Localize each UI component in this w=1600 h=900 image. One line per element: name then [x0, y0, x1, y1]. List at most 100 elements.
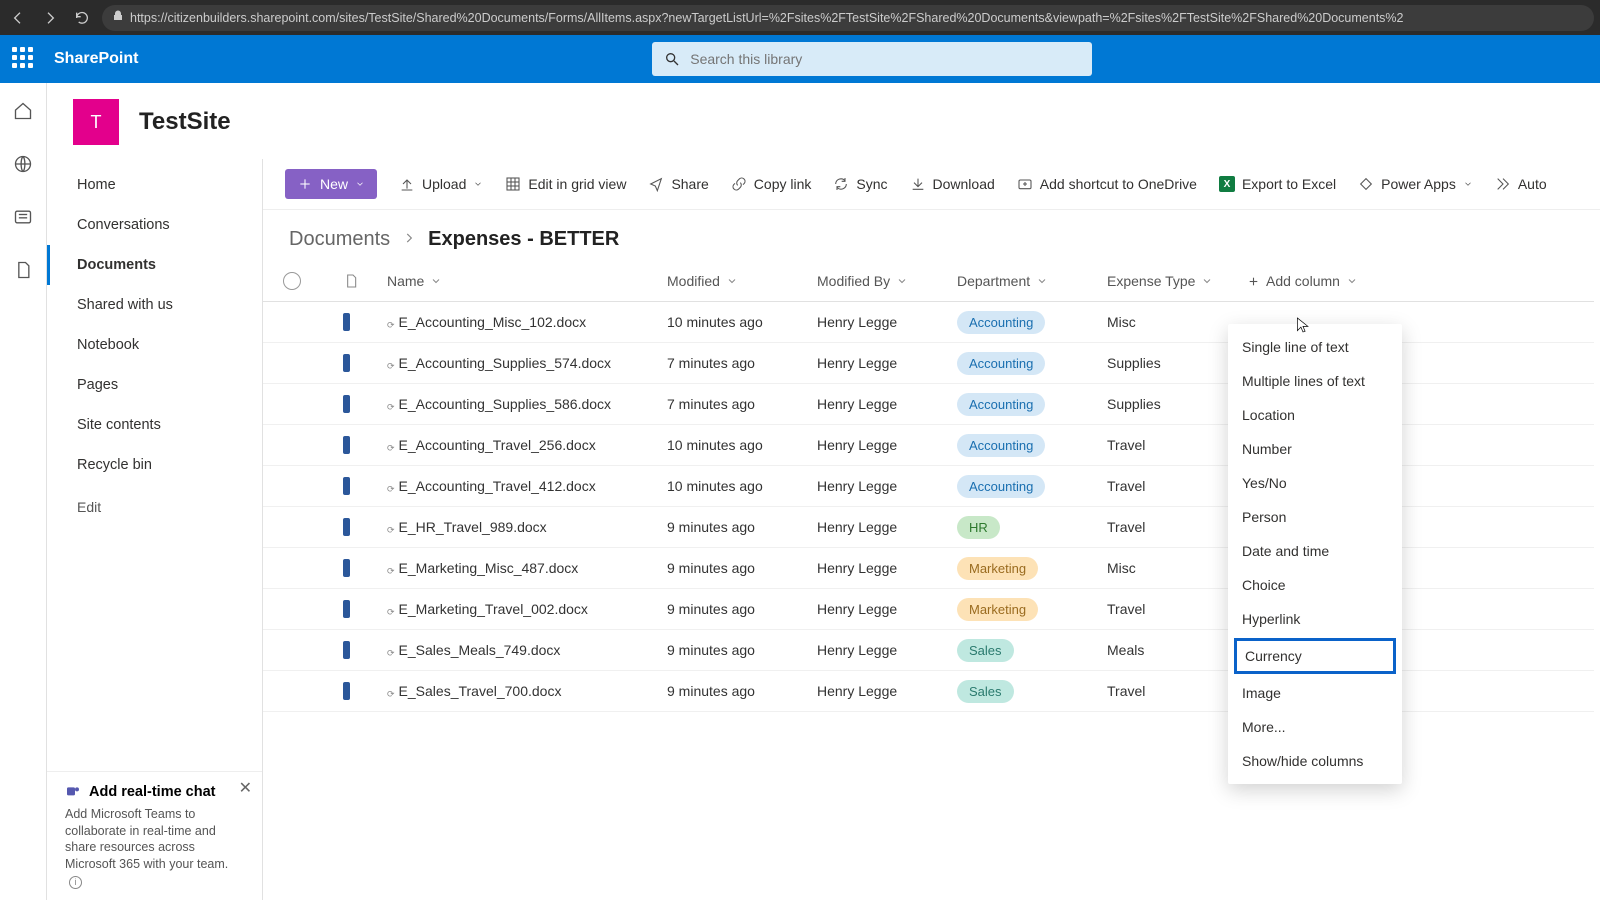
copy-link-button[interactable]: Copy link [731, 176, 812, 192]
file-name[interactable]: ⟳E_HR_Travel_989.docx [387, 519, 667, 536]
edit-grid-button[interactable]: Edit in grid view [505, 176, 626, 192]
sharepoint-brand[interactable]: SharePoint [54, 50, 138, 68]
file-name[interactable]: ⟳E_Accounting_Misc_102.docx [387, 314, 667, 331]
expense-type-cell: Travel [1107, 683, 1247, 699]
back-button[interactable] [6, 6, 30, 30]
column-type-number[interactable]: Number [1228, 432, 1402, 466]
sync-button[interactable]: Sync [833, 176, 887, 192]
url-bar[interactable]: https://citizenbuilders.sharepoint.com/s… [102, 5, 1594, 31]
nav-item-site-contents[interactable]: Site contents [47, 405, 262, 445]
home-icon[interactable] [13, 101, 33, 126]
nav-item-pages[interactable]: Pages [47, 365, 262, 405]
modified-cell: 9 minutes ago [667, 601, 817, 617]
export-excel-button[interactable]: X Export to Excel [1219, 176, 1336, 192]
teams-promo-desc: Add Microsoft Teams to collaborate in re… [65, 806, 244, 890]
department-cell: Marketing [957, 557, 1107, 580]
column-type-image[interactable]: Image [1228, 676, 1402, 710]
select-all[interactable] [283, 272, 343, 290]
shortcut-button[interactable]: Add shortcut to OneDrive [1017, 176, 1197, 192]
file-name[interactable]: ⟳E_Marketing_Misc_487.docx [387, 560, 667, 577]
modified-by-cell: Henry Legge [817, 519, 957, 535]
name-column[interactable]: Name [387, 273, 667, 289]
news-icon[interactable] [13, 207, 33, 232]
nav-item-documents[interactable]: Documents [47, 245, 262, 285]
file-name[interactable]: ⟳E_Sales_Travel_700.docx [387, 683, 667, 700]
column-type-location[interactable]: Location [1228, 398, 1402, 432]
automate-button[interactable]: Auto [1495, 176, 1547, 192]
modified-cell: 7 minutes ago [667, 355, 817, 371]
expense-type-cell: Misc [1107, 314, 1247, 330]
column-type-date-and-time[interactable]: Date and time [1228, 534, 1402, 568]
nav-item-home[interactable]: Home [47, 165, 262, 205]
search-input[interactable] [690, 51, 1080, 67]
word-file-icon [343, 560, 387, 576]
forward-button[interactable] [38, 6, 62, 30]
modified-column[interactable]: Modified [667, 273, 817, 289]
globe-icon[interactable] [13, 154, 33, 179]
column-type-single-line-of-text[interactable]: Single line of text [1228, 330, 1402, 364]
nav-item-recycle-bin[interactable]: Recycle bin [47, 445, 262, 485]
file-name[interactable]: ⟳E_Accounting_Supplies_574.docx [387, 355, 667, 372]
info-icon[interactable]: i [69, 876, 82, 889]
excel-icon: X [1219, 176, 1235, 192]
expense-type-cell: Travel [1107, 437, 1247, 453]
file-name[interactable]: ⟳E_Accounting_Supplies_586.docx [387, 396, 667, 413]
nav-item-notebook[interactable]: Notebook [47, 325, 262, 365]
column-type-currency[interactable]: Currency [1234, 638, 1396, 674]
power-apps-button[interactable]: Power Apps [1358, 176, 1473, 192]
file-name[interactable]: ⟳E_Accounting_Travel_256.docx [387, 437, 667, 454]
new-button[interactable]: New [285, 169, 377, 199]
add-column-button[interactable]: Add column [1247, 273, 1427, 289]
column-type-person[interactable]: Person [1228, 500, 1402, 534]
column-type-hyperlink[interactable]: Hyperlink [1228, 602, 1402, 636]
upload-button[interactable]: Upload [399, 176, 483, 192]
file-name[interactable]: ⟳E_Accounting_Travel_412.docx [387, 478, 667, 495]
file-name[interactable]: ⟳E_Marketing_Travel_002.docx [387, 601, 667, 618]
word-file-icon [343, 355, 387, 371]
nav-item-shared-with-us[interactable]: Shared with us [47, 285, 262, 325]
word-file-icon [343, 396, 387, 412]
url-text: https://citizenbuilders.sharepoint.com/s… [130, 11, 1404, 25]
column-type-yes-no[interactable]: Yes/No [1228, 466, 1402, 500]
search-icon [664, 51, 680, 67]
lock-icon [112, 10, 130, 25]
expense-type-column[interactable]: Expense Type [1107, 273, 1247, 289]
modified-by-column[interactable]: Modified By [817, 273, 957, 289]
site-logo[interactable]: T [73, 99, 119, 145]
close-icon[interactable]: ✕ [239, 778, 252, 798]
search-box[interactable] [652, 42, 1092, 76]
word-file-icon [343, 683, 387, 699]
file-type-column[interactable] [343, 272, 387, 290]
department-cell: Accounting [957, 352, 1107, 375]
app-launcher-icon[interactable] [12, 47, 36, 71]
site-title[interactable]: TestSite [139, 108, 231, 136]
word-file-icon [343, 642, 387, 658]
department-column[interactable]: Department [957, 273, 1107, 289]
column-type-show-hide-columns[interactable]: Show/hide columns [1228, 744, 1402, 778]
modified-by-cell: Henry Legge [817, 478, 957, 494]
word-file-icon [343, 478, 387, 494]
department-cell: Sales [957, 680, 1107, 703]
modified-cell: 9 minutes ago [667, 683, 817, 699]
nav-edit-link[interactable]: Edit [47, 485, 262, 529]
teams-promo-title: Add real-time chat [65, 784, 244, 800]
department-cell: HR [957, 516, 1107, 539]
modified-cell: 9 minutes ago [667, 519, 817, 535]
word-file-icon [343, 437, 387, 453]
file-name[interactable]: ⟳E_Sales_Meals_749.docx [387, 642, 667, 659]
modified-by-cell: Henry Legge [817, 355, 957, 371]
add-column-dropdown: Single line of textMultiple lines of tex… [1228, 324, 1402, 784]
chevron-down-icon [1463, 179, 1473, 189]
download-button[interactable]: Download [910, 176, 995, 192]
column-type-multiple-lines-of-text[interactable]: Multiple lines of text [1228, 364, 1402, 398]
nav-item-conversations[interactable]: Conversations [47, 205, 262, 245]
expense-type-cell: Travel [1107, 478, 1247, 494]
share-button[interactable]: Share [648, 176, 708, 192]
files-icon[interactable] [13, 260, 33, 285]
word-file-icon [343, 601, 387, 617]
breadcrumb: Documents Expenses - BETTER [263, 210, 1600, 261]
column-type-more[interactable]: More... [1228, 710, 1402, 744]
breadcrumb-root[interactable]: Documents [289, 228, 390, 251]
column-type-choice[interactable]: Choice [1228, 568, 1402, 602]
reload-button[interactable] [70, 6, 94, 30]
